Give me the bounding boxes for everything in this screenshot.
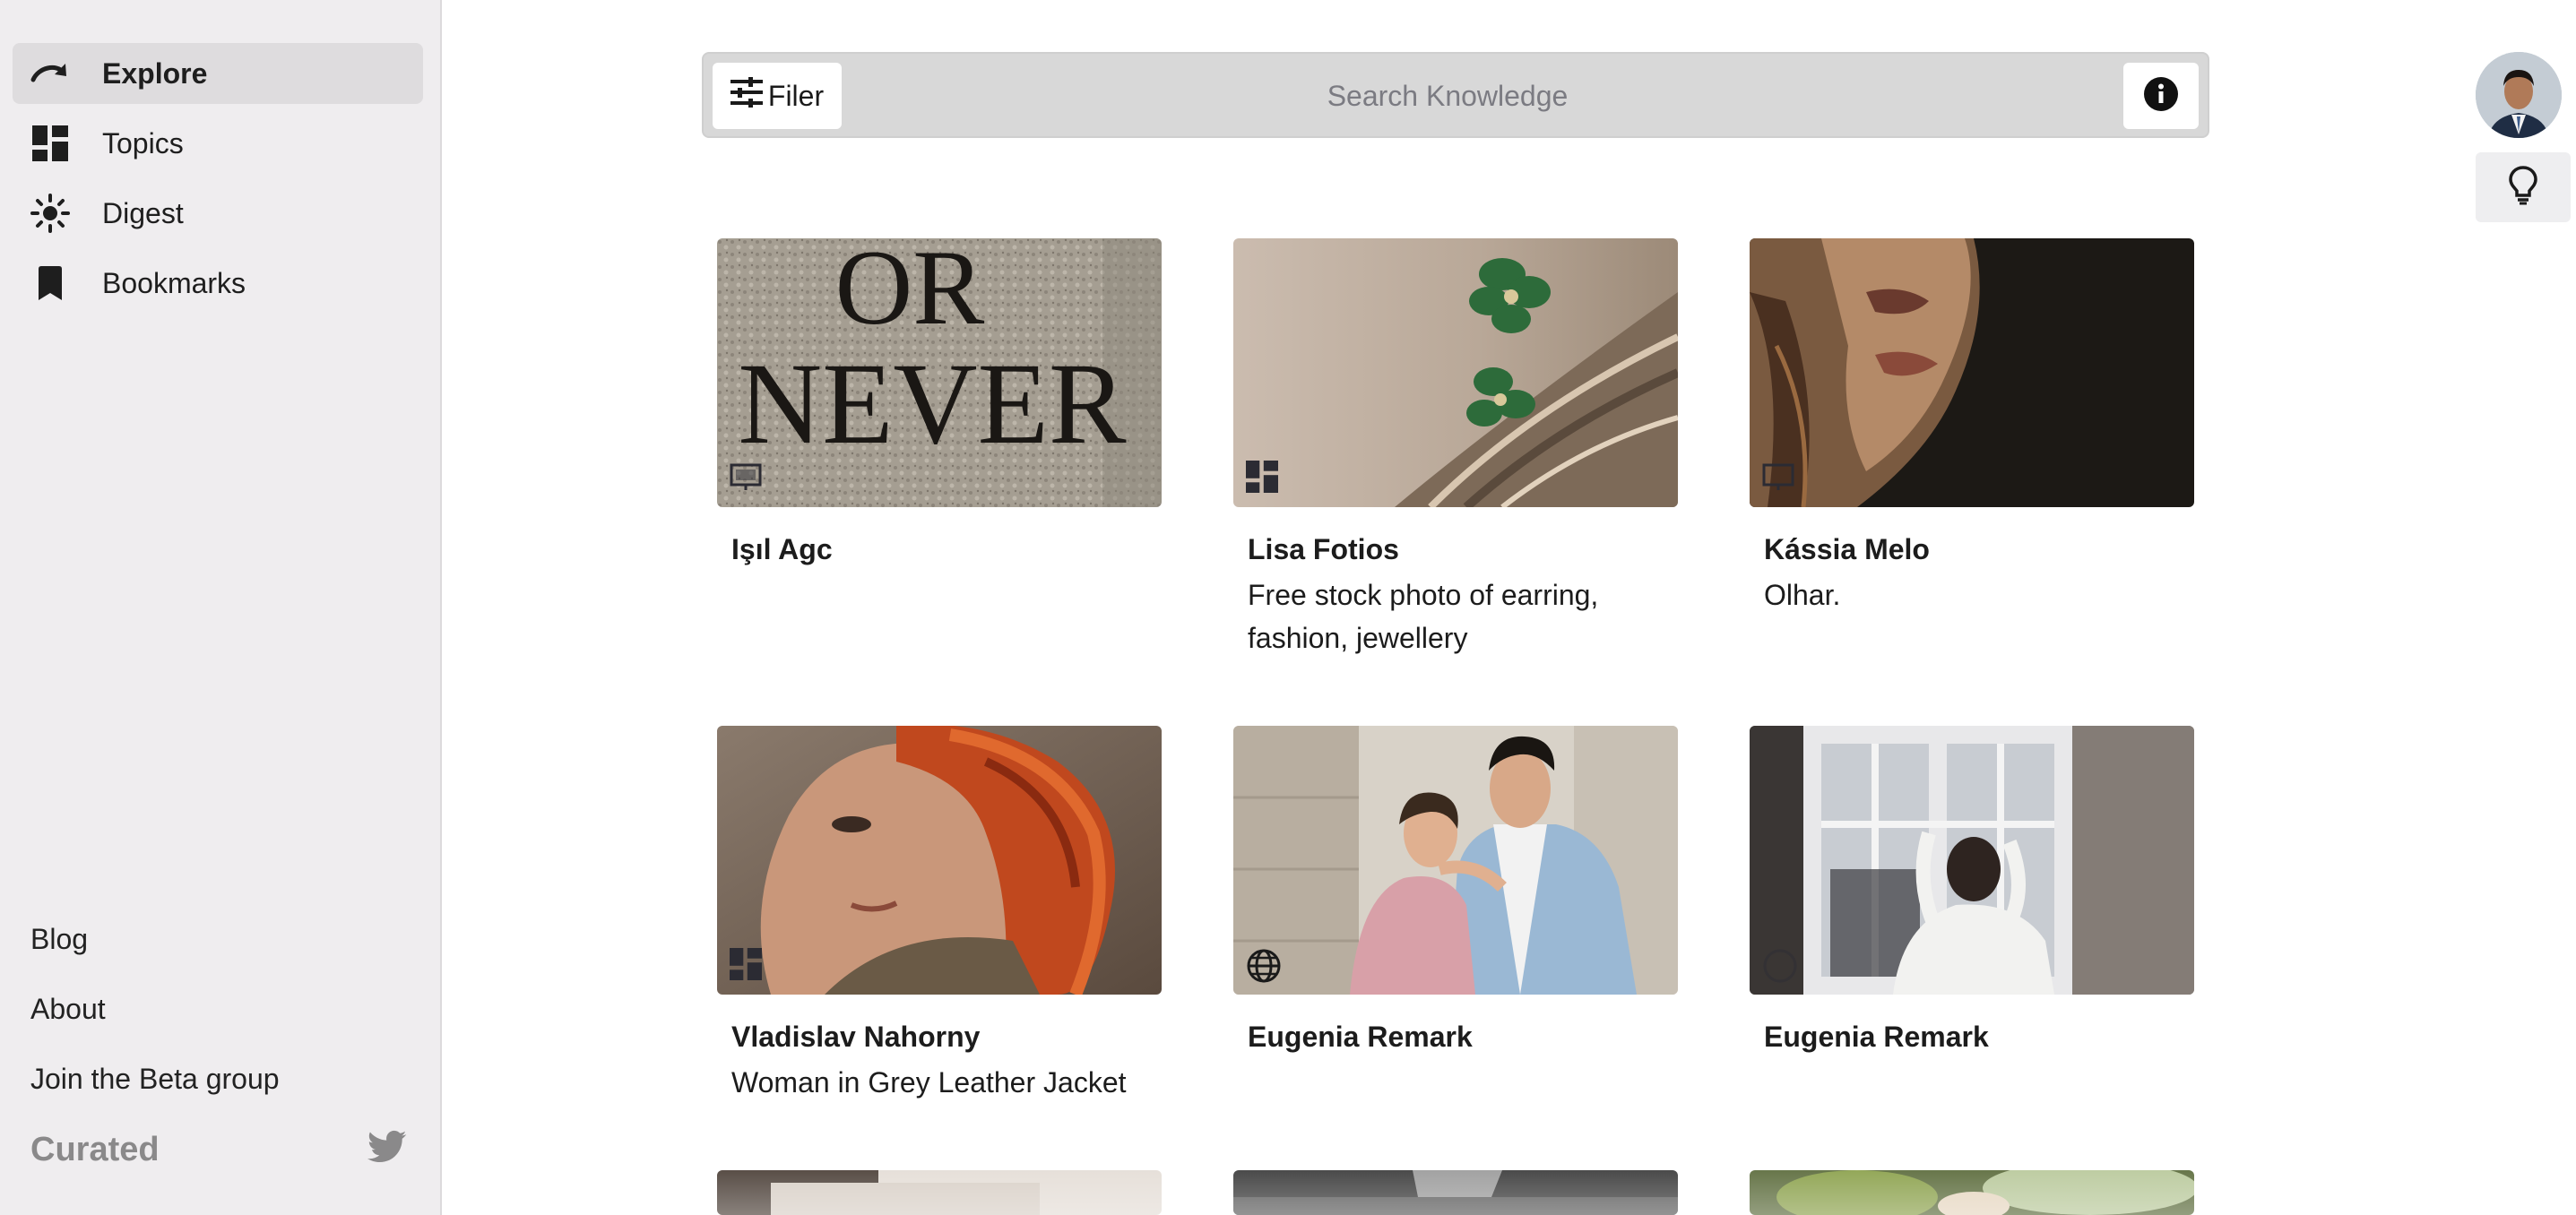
sliders-icon [730, 77, 763, 115]
card-title: Eugenia Remark [1248, 1021, 1473, 1053]
about-link[interactable]: About [30, 993, 280, 1027]
blog-link[interactable]: Blog [30, 923, 280, 957]
card[interactable]: Kássia Melo Olhar. [1750, 238, 2194, 616]
card-image [717, 726, 1162, 995]
sidebar-item-topics[interactable]: Topics [13, 113, 423, 174]
card-title: Kássia Melo [1764, 533, 1930, 565]
dashboard-icon [730, 948, 765, 984]
brand-row: Curated [30, 1127, 407, 1172]
join-beta-link[interactable]: Join the Beta group [30, 1063, 280, 1097]
sidebar-item-digest[interactable]: Digest [13, 183, 423, 244]
card-image [717, 1170, 1162, 1215]
filter-label: Filer [767, 79, 825, 112]
card-description: Olhar. [1764, 579, 1841, 611]
card[interactable]: Eugenia Remark [1750, 726, 2194, 1061]
sidebar-item-bookmarks[interactable]: Bookmarks [13, 253, 423, 314]
card[interactable]: Eugenia Remark [1233, 726, 1678, 1061]
filter-button[interactable]: Filer [713, 63, 842, 129]
dashboard-icon [1246, 461, 1282, 496]
card-description: Free stock photo of earring, fashion, je… [1248, 579, 1599, 654]
info-icon [2143, 76, 2179, 116]
card[interactable] [717, 1170, 1162, 1215]
card-image [1233, 1170, 1678, 1215]
dashboard-icon [20, 113, 81, 174]
twitter-icon[interactable] [367, 1130, 407, 1169]
sidebar-footer-links: Blog About Join the Beta group [30, 923, 280, 1133]
card[interactable]: Lisa Fotios Free stock photo of earring,… [1233, 238, 1678, 659]
sun-icon [20, 183, 81, 244]
lightbulb-icon [2509, 165, 2537, 210]
info-button[interactable] [2123, 63, 2199, 129]
sidebar-item-label: Digest [102, 196, 184, 229]
card-image [1233, 726, 1678, 995]
sidebar-item-label: Explore [102, 56, 208, 90]
card[interactable] [1750, 1170, 2194, 1215]
sidebar-item-label: Topics [102, 126, 184, 159]
search-input[interactable] [865, 63, 2030, 129]
card-image: OR NEVER [717, 238, 1162, 507]
search-bar: Filer [702, 52, 2209, 138]
card-title: Işıl Agc [731, 533, 833, 565]
sidebar-item-explore[interactable]: Explore [13, 43, 423, 104]
avatar[interactable] [2476, 52, 2562, 138]
globe-icon [1762, 948, 1798, 984]
card-title: Vladislav Nahorny [731, 1021, 981, 1053]
card[interactable]: OR NEVER Işıl Agc [717, 238, 1162, 573]
redo-arrow-icon [20, 43, 81, 104]
sidebar-item-label: Bookmarks [102, 266, 246, 299]
brand-name: Curated [30, 1130, 160, 1168]
card-image [1750, 238, 2194, 507]
image-text-line-2: NEVER [738, 340, 1127, 469]
image-text-line-1: OR [835, 238, 985, 347]
card[interactable]: Vladislav Nahorny Woman in Grey Leather … [717, 726, 1162, 1104]
card-title: Lisa Fotios [1248, 533, 1399, 565]
card[interactable] [1233, 1170, 1678, 1215]
card-image [1750, 1170, 2194, 1215]
slideshow-icon [730, 461, 765, 496]
card-title: Eugenia Remark [1764, 1021, 1989, 1053]
lightbulb-button[interactable] [2476, 152, 2571, 222]
card-description: Woman in Grey Leather Jacket [731, 1066, 1127, 1099]
sidebar: Explore Topics Digest Bookmarks Blog Abo… [0, 0, 442, 1215]
slideshow-icon [1762, 461, 1798, 496]
globe-icon [1246, 948, 1282, 984]
card-image [1233, 238, 1678, 507]
card-image [1750, 726, 2194, 995]
bookmark-icon [20, 253, 81, 314]
sidebar-nav: Explore Topics Digest Bookmarks [13, 43, 423, 323]
